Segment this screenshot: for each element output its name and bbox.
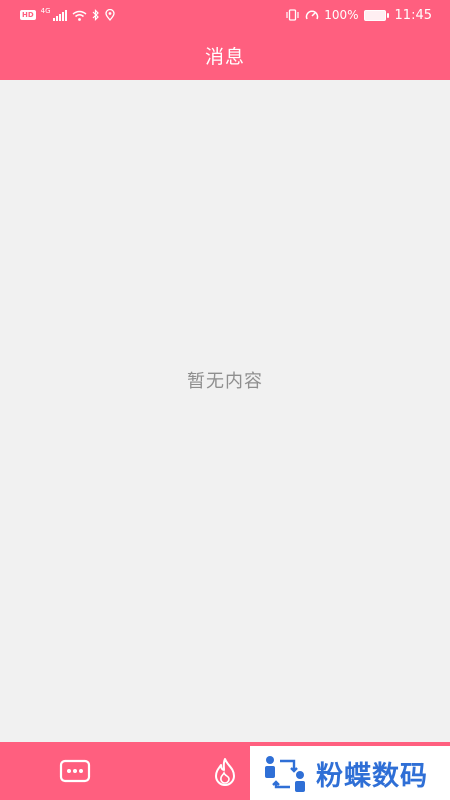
clock: 11:45 bbox=[394, 7, 432, 23]
flame-icon bbox=[215, 758, 235, 786]
empty-state-text: 暂无内容 bbox=[187, 370, 263, 392]
signal-icon bbox=[52, 9, 67, 21]
status-left: HD 4G bbox=[20, 7, 115, 21]
status-bar: HD 4G 100% 11:45 bbox=[0, 0, 450, 30]
vibrate-icon bbox=[286, 9, 299, 21]
tab-hot[interactable] bbox=[205, 754, 245, 790]
wifi-icon bbox=[72, 10, 87, 21]
header: 消息 bbox=[0, 30, 450, 80]
battery-icon bbox=[363, 9, 389, 21]
chat-bubble-icon bbox=[59, 759, 91, 783]
location-icon bbox=[104, 9, 115, 21]
page-title: 消息 bbox=[204, 45, 245, 68]
bluetooth-icon bbox=[92, 9, 99, 21]
network-type-label: 4G bbox=[40, 7, 51, 15]
watermark-text: 粉蝶数码 bbox=[316, 760, 428, 792]
speedometer-icon bbox=[305, 10, 319, 20]
tab-messages[interactable] bbox=[52, 754, 98, 788]
watermark-logo-icon bbox=[265, 756, 305, 792]
watermark: 粉蝶数码 bbox=[250, 746, 450, 800]
hd-icon: HD bbox=[20, 10, 36, 20]
content-area: 暂无内容 bbox=[0, 80, 450, 742]
battery-percent: 100% bbox=[324, 8, 359, 22]
status-right: 100% 11:45 bbox=[285, 8, 432, 23]
